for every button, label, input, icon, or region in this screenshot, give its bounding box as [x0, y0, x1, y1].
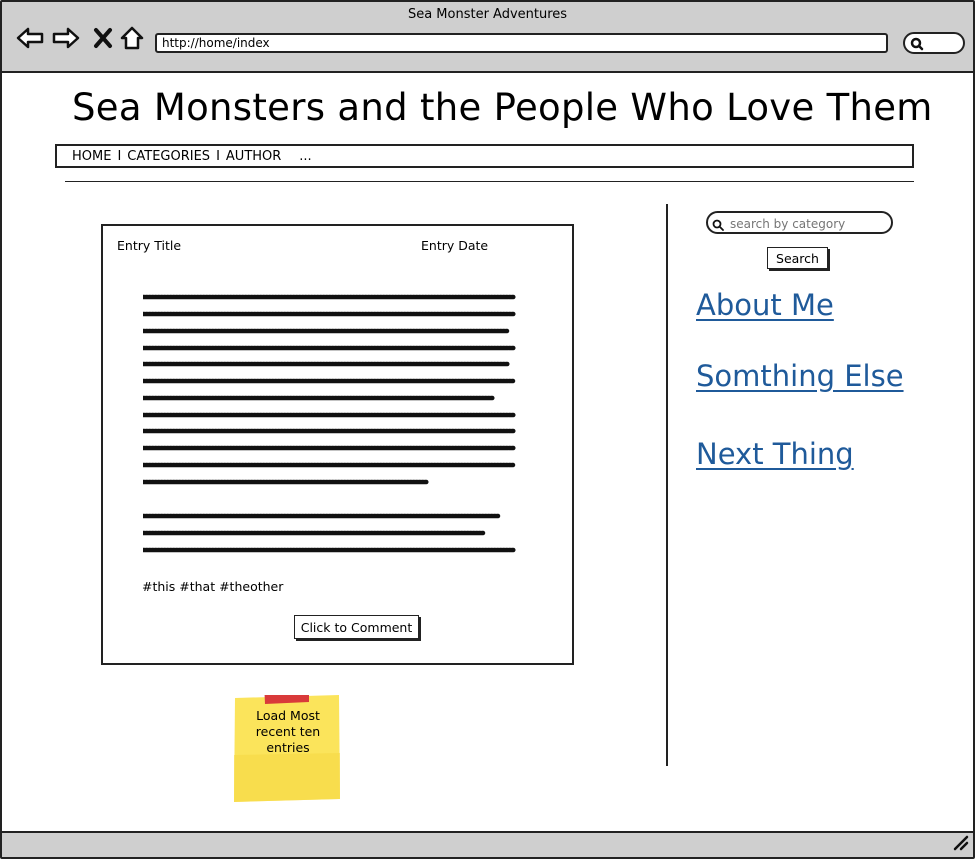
address-bar[interactable]: [155, 33, 888, 53]
nav-separator: I: [216, 148, 220, 164]
category-search-input[interactable]: [706, 211, 893, 234]
search-icon: [712, 216, 724, 235]
sidebar-link-something-else[interactable]: Somthing Else: [696, 359, 904, 393]
nav-categories[interactable]: CATEGORIES: [127, 149, 210, 164]
blog-entry-card: Entry Title Entry Date #this #that #theo…: [101, 224, 574, 665]
sidebar-link-about-me[interactable]: About Me: [696, 288, 834, 322]
main-nav: HOME I CATEGORIES I AUTHOR ...: [55, 144, 914, 168]
close-x-icon[interactable]: [89, 24, 117, 52]
browser-search-field[interactable]: [903, 32, 965, 54]
back-arrow-icon[interactable]: [16, 24, 44, 52]
forward-arrow-icon[interactable]: [52, 24, 80, 52]
home-icon[interactable]: [118, 24, 146, 52]
site-title: Sea Monsters and the People Who Love The…: [72, 86, 933, 129]
entry-title: Entry Title: [117, 238, 182, 253]
sidebar-divider: [666, 204, 668, 766]
comment-button[interactable]: Click to Comment: [294, 615, 419, 639]
sidebar-link-next-thing[interactable]: Next Thing: [696, 437, 854, 471]
sticky-note-text: Load Most recent ten entries: [255, 708, 321, 755]
nav-more[interactable]: ...: [299, 149, 311, 164]
entry-body-placeholder-text: [143, 294, 518, 553]
browser-toolbar: Sea Monster Adventures: [2, 2, 973, 73]
nav-author[interactable]: AUTHOR: [226, 149, 281, 164]
nav-separator: I: [117, 148, 122, 164]
header-divider: [65, 181, 914, 182]
entry-date: Entry Date: [421, 238, 489, 253]
resize-grip-icon[interactable]: [951, 833, 969, 855]
nav-home[interactable]: HOME: [72, 149, 111, 164]
status-bar: [2, 831, 973, 857]
search-icon: [910, 36, 924, 55]
search-button[interactable]: Search: [767, 247, 828, 269]
entry-tags: #this #that #theother: [142, 579, 284, 594]
browser-window: Sea Monster Adventures Sea Monsters and …: [0, 0, 975, 859]
window-title: Sea Monster Adventures: [407, 7, 568, 22]
